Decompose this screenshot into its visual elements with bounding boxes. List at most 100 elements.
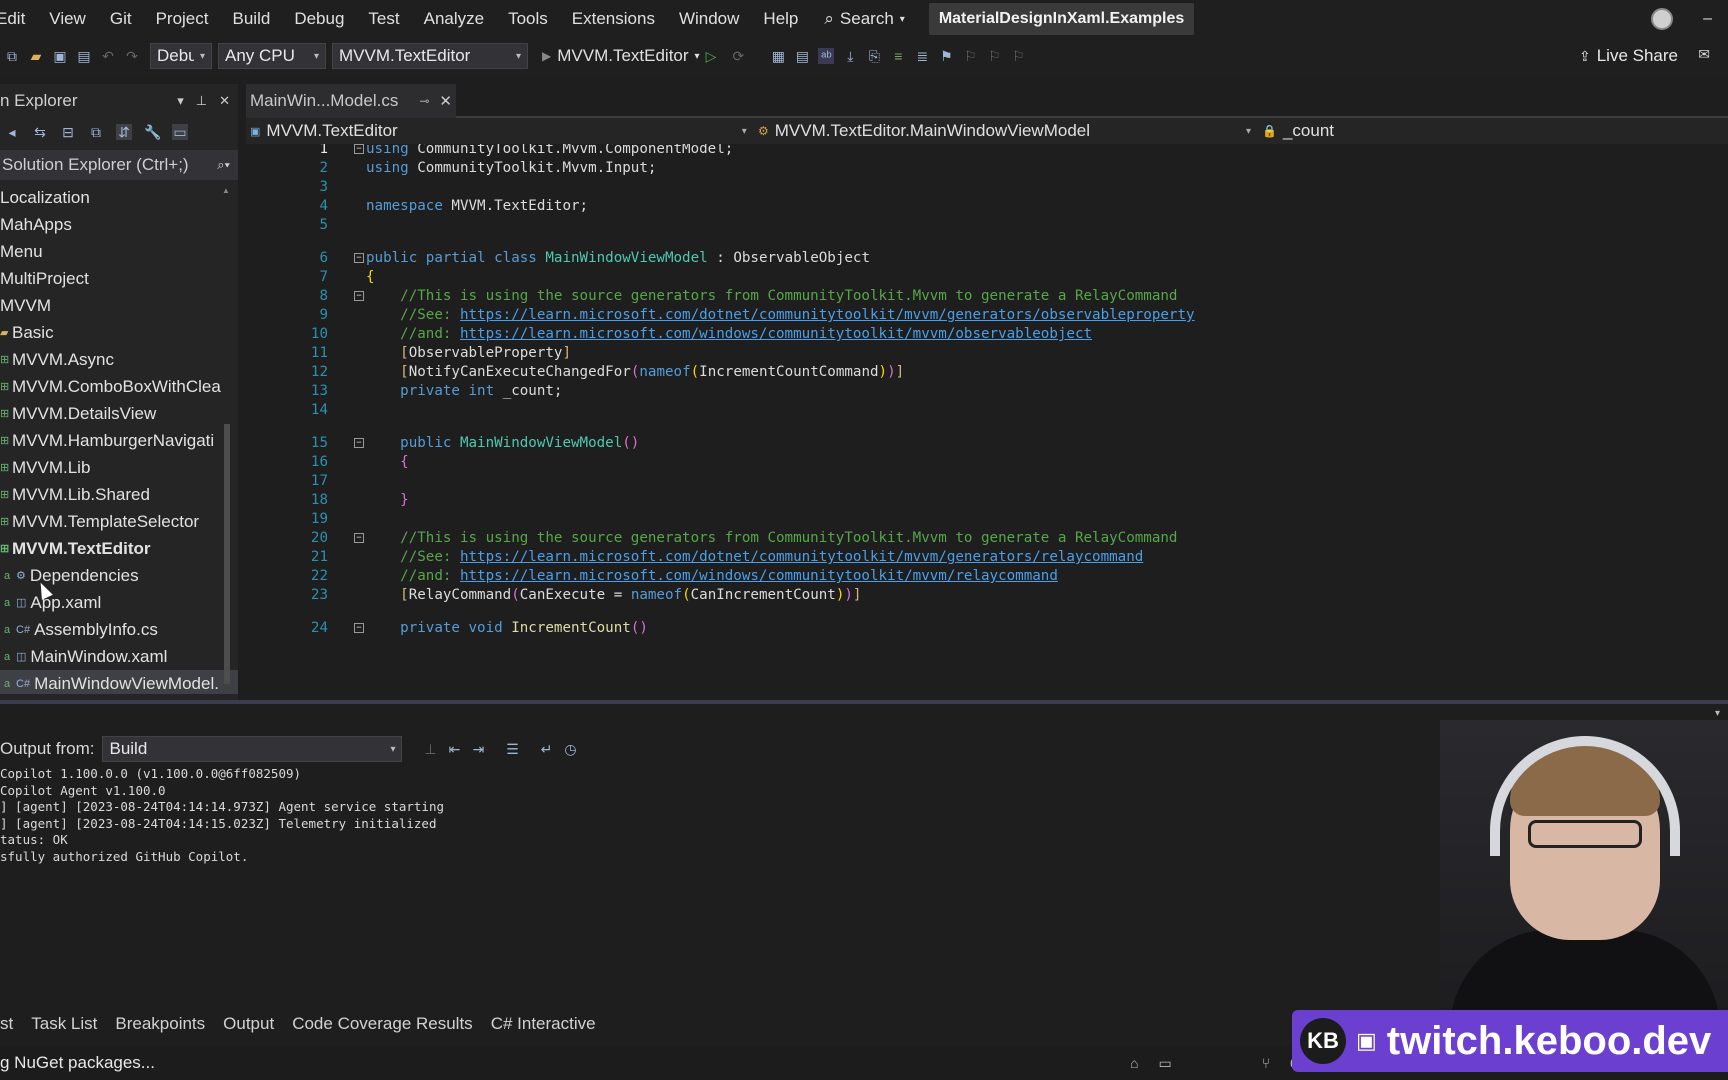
layout-icon[interactable]: ▤ xyxy=(794,48,810,64)
indent-icon[interactable]: ≣ xyxy=(914,48,930,64)
tree-item-mvvm-lib[interactable]: ⊞ MVVM.Lib xyxy=(0,454,238,481)
tab-code-coverage-results[interactable]: Code Coverage Results xyxy=(280,1014,478,1034)
close-icon[interactable]: ✕ xyxy=(439,92,452,110)
tree-scrollbar[interactable]: ▲ xyxy=(222,184,232,694)
tree-item-mainwindow-xaml[interactable]: a ◫ MainWindow.xaml xyxy=(0,643,238,670)
spell-check-icon[interactable]: ᵃᵇ xyxy=(818,48,835,64)
expand-toggle-icon[interactable]: ⊞ xyxy=(0,488,12,501)
save-all-icon[interactable]: ▤ xyxy=(76,48,92,64)
feedback-icon[interactable]: ✉ xyxy=(1698,46,1710,63)
menu-build[interactable]: Build xyxy=(221,0,283,38)
close-icon[interactable]: ✕ xyxy=(219,93,230,109)
filter-icon[interactable]: ⇵ xyxy=(116,124,132,140)
tab-mainwindowviewmodel[interactable]: MainWin...Model.cs ⊸ ✕ xyxy=(246,84,456,118)
menu-window[interactable]: Window xyxy=(667,0,751,38)
bookmark-toggle-icon[interactable]: ⚑ xyxy=(938,48,954,64)
fold-toggle-icon[interactable]: − xyxy=(354,253,364,263)
fold-toggle-icon[interactable]: − xyxy=(354,144,364,154)
pin-icon[interactable]: ⊥ xyxy=(196,93,207,109)
fold-toggle-icon[interactable]: − xyxy=(354,438,364,448)
tree-item-app-xaml[interactable]: a ◫ App.xaml xyxy=(0,589,238,616)
tree-item-mainwindowviewmodel[interactable]: a C# MainWindowViewModel. xyxy=(0,670,238,694)
word-wrap-icon[interactable]: ↵ xyxy=(538,741,554,757)
expand-toggle-icon[interactable]: a xyxy=(4,651,16,663)
member-dropdown[interactable]: 🔒 _count xyxy=(1262,121,1334,141)
run-button[interactable]: ▶ MVVM.TextEditor ▾ ▷ xyxy=(542,46,716,66)
properties-icon[interactable]: 🔧 xyxy=(144,124,161,140)
chevron-down-icon[interactable]: ▾ xyxy=(177,93,184,109)
show-all-files-icon[interactable]: ⧉ xyxy=(88,124,104,140)
project-dropdown[interactable]: ▣ MVVM.TextEditor ▾ xyxy=(250,121,747,141)
tree-item-localization[interactable]: Localization xyxy=(0,184,238,211)
output-text[interactable]: Copilot 1.100.0.0 (v1.100.0.0@6ff082509)… xyxy=(0,766,1400,865)
menu-tools[interactable]: Tools xyxy=(496,0,560,38)
menu-help[interactable]: Help xyxy=(751,0,810,38)
scroll-up-icon[interactable]: ▲ xyxy=(222,186,230,195)
expand-toggle-icon[interactable]: a xyxy=(4,597,16,609)
tree-item-mvvm-lib-shared[interactable]: ⊞ MVVM.Lib.Shared xyxy=(0,481,238,508)
menu-view[interactable]: View xyxy=(37,0,98,38)
expand-toggle-icon[interactable]: a xyxy=(4,570,16,582)
step-icon[interactable]: ⤓ xyxy=(842,48,858,64)
chevron-down-icon[interactable]: ▾ xyxy=(1715,708,1720,719)
menu-extensions[interactable]: Extensions xyxy=(560,0,667,38)
panel-splitter[interactable] xyxy=(0,700,1728,704)
tree-item-mvvm-texteditor[interactable]: ⊞ MVVM.TextEditor xyxy=(0,535,238,562)
tab-c-interactive[interactable]: C# Interactive xyxy=(479,1014,602,1034)
menu-git[interactable]: Git xyxy=(98,0,144,38)
fold-toggle-icon[interactable]: − xyxy=(354,623,364,633)
branch-icon[interactable]: ⑂ xyxy=(1262,1055,1270,1071)
minimize-button[interactable]: – xyxy=(1703,10,1712,28)
live-share-button[interactable]: ⇪ Live Share xyxy=(1579,38,1678,74)
tree-item-mvvm-templateselector[interactable]: ⊞ MVVM.TemplateSelector xyxy=(0,508,238,535)
notification-icon[interactable]: ⌂ xyxy=(1130,1055,1138,1071)
open-folder-icon[interactable]: ▰ xyxy=(28,48,44,64)
start-without-debug-icon[interactable]: ▷ xyxy=(706,48,717,65)
tab-st[interactable]: st xyxy=(0,1014,19,1034)
tree-item-assemblyinfo-cs[interactable]: a C# AssemblyInfo.cs xyxy=(0,616,238,643)
preview-icon[interactable]: ▭ xyxy=(172,124,188,140)
new-item-icon[interactable]: ⧉ xyxy=(4,48,20,64)
prev-message-icon[interactable]: ⇤ xyxy=(446,741,462,757)
menu-edit[interactable]: Edit xyxy=(0,0,37,38)
configuration-select[interactable]: Debug ▾ xyxy=(150,43,212,69)
tab-output[interactable]: Output xyxy=(211,1014,280,1034)
code-editor[interactable]: 1− using CommunityToolkit.Mvvm.ComponentM… xyxy=(246,144,1728,700)
menu-project[interactable]: Project xyxy=(144,0,221,38)
menu-analyze[interactable]: Analyze xyxy=(412,0,496,38)
expand-toggle-icon[interactable]: ⊞ xyxy=(0,542,12,555)
type-dropdown[interactable]: ⚙ MVVM.TextEditor.MainWindowViewModel ▾ xyxy=(758,121,1251,141)
collapse-all-icon[interactable]: ⊟ xyxy=(60,124,76,140)
undo-icon[interactable]: ↶ xyxy=(100,48,116,64)
prev-bookmark-icon[interactable]: ⚐ xyxy=(962,48,978,64)
startup-project-select[interactable]: MVVM.TextEditor ▾ xyxy=(332,43,528,69)
search-box[interactable]: ⌕ Search ▾ xyxy=(810,9,918,29)
tree-item-mahapps[interactable]: MahApps xyxy=(0,211,238,238)
clear-all-icon[interactable]: ☰ xyxy=(504,741,520,757)
tree-item-mvvm-comboboxwithclea[interactable]: ⊞ MVVM.ComboBoxWithClea xyxy=(0,373,238,400)
menu-debug[interactable]: Debug xyxy=(282,0,356,38)
tab-task-list[interactable]: Task List xyxy=(19,1014,103,1034)
fold-toggle-icon[interactable]: − xyxy=(354,291,364,301)
redo-icon[interactable]: ↷ xyxy=(124,48,140,64)
expand-toggle-icon[interactable]: ⊞ xyxy=(0,407,12,420)
account-avatar-icon[interactable] xyxy=(1651,8,1674,30)
hot-reload-icon[interactable]: ⟳ xyxy=(730,48,746,64)
layout-icon[interactable]: ▭ xyxy=(1158,1055,1171,1072)
next-bookmark-icon[interactable]: ⚐ xyxy=(986,48,1002,64)
expand-toggle-icon[interactable]: ⊞ xyxy=(0,434,12,447)
sync-icon[interactable]: ⇆ xyxy=(32,124,48,140)
browse-icon[interactable]: ▦ xyxy=(770,48,786,64)
fold-toggle-icon[interactable]: − xyxy=(354,533,364,543)
clear-bookmarks-icon[interactable]: ⚐ xyxy=(1010,48,1026,64)
timestamp-icon[interactable]: ◷ xyxy=(562,741,578,757)
expand-toggle-icon[interactable]: ⊞ xyxy=(0,515,12,528)
platform-select[interactable]: Any CPU ▾ xyxy=(218,43,326,69)
tree-item-mvvm-async[interactable]: ⊞ MVVM.Async xyxy=(0,346,238,373)
expand-toggle-icon[interactable]: ⊞ xyxy=(0,380,12,393)
expand-toggle-icon[interactable]: ⊞ xyxy=(0,461,12,474)
next-message-icon[interactable]: ⇥ xyxy=(470,741,486,757)
expand-toggle-icon[interactable]: a xyxy=(4,624,16,636)
expand-toggle-icon[interactable]: ⊞ xyxy=(0,353,12,366)
tab-breakpoints[interactable]: Breakpoints xyxy=(103,1014,211,1034)
